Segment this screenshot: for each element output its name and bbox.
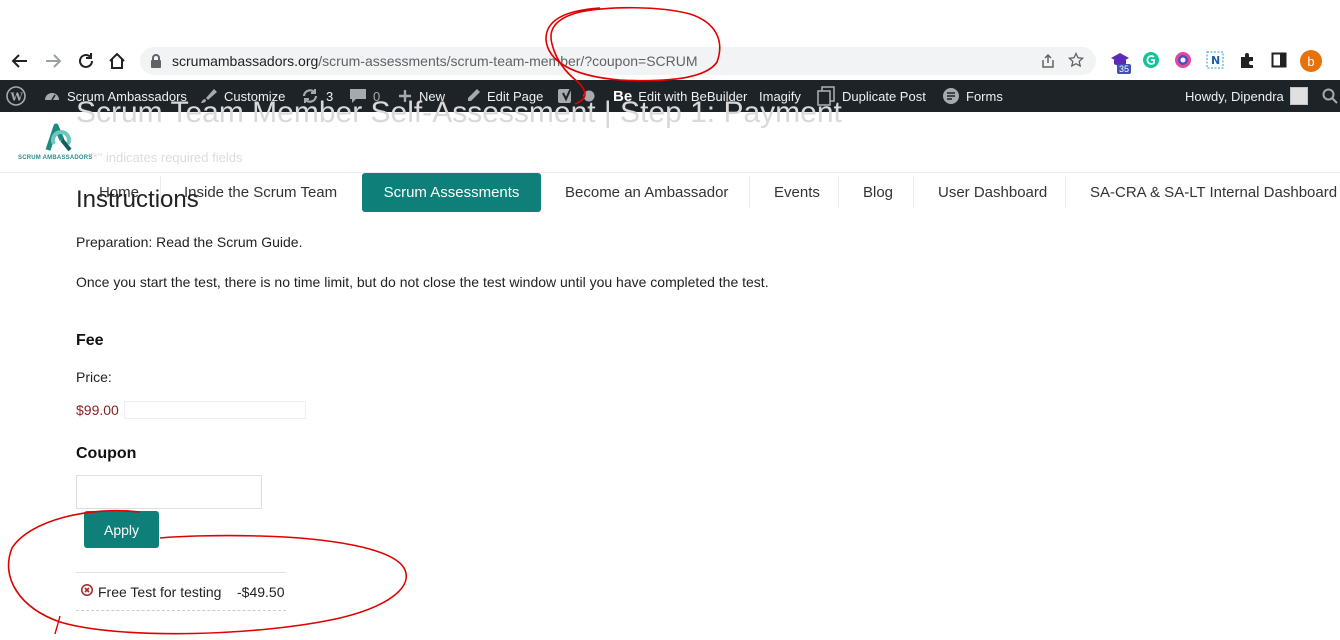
- user-avatar: [1289, 87, 1308, 105]
- extension-badge: 35: [1117, 64, 1132, 74]
- browser-toolbar: scrumambassadors.org/scrum-assessments/s…: [0, 0, 1340, 80]
- extensions-puzzle-icon[interactable]: [1237, 50, 1257, 70]
- svg-text:N: N: [1211, 54, 1220, 67]
- svg-text:W: W: [10, 91, 24, 104]
- menu-become-an-ambassador[interactable]: Become an Ambassador: [565, 173, 728, 211]
- required-fields-note: "*" indicates required fields: [88, 150, 243, 165]
- menu-events[interactable]: Events: [774, 173, 820, 211]
- duplicate-post-label: Duplicate Post: [842, 88, 926, 104]
- menu-user-dashboard[interactable]: User Dashboard: [938, 173, 1047, 211]
- coupon-input[interactable]: [76, 475, 262, 509]
- side-panel-icon[interactable]: [1269, 50, 1289, 70]
- remove-coupon-icon[interactable]: [80, 583, 94, 600]
- forms-link[interactable]: Forms: [942, 80, 1003, 112]
- menu-blog[interactable]: Blog: [863, 173, 893, 211]
- home-icon[interactable]: [105, 49, 129, 73]
- menu-internal-dashboard[interactable]: SA-CRA & SA-LT Internal Dashboard: [1090, 173, 1337, 211]
- admin-search-icon[interactable]: [1322, 80, 1338, 112]
- logo-wordmark: SCRUM AMBASSADORS: [18, 155, 93, 161]
- price-value: $99.00: [76, 402, 119, 418]
- lock-icon[interactable]: [150, 53, 162, 74]
- time-limit-text: Once you start the test, there is no tim…: [76, 274, 769, 290]
- my-account-link[interactable]: Howdy, Dipendra: [1185, 80, 1308, 112]
- url-text: scrumambassadors.org/scrum-assessments/s…: [172, 53, 698, 69]
- fee-heading: Fee: [76, 332, 104, 349]
- extension-n-icon[interactable]: N: [1205, 50, 1225, 70]
- dashboard-gauge-icon: [45, 93, 59, 101]
- color-picker-icon[interactable]: [1173, 50, 1193, 70]
- share-icon[interactable]: [1040, 53, 1056, 74]
- forward-arrow-icon[interactable]: [41, 49, 65, 73]
- wordpress-logo-icon[interactable]: W: [6, 80, 26, 112]
- menu-separator: [913, 176, 914, 208]
- star-icon[interactable]: [1067, 51, 1085, 73]
- forms-icon: [943, 88, 959, 104]
- profile-avatar[interactable]: b: [1300, 50, 1322, 72]
- forms-label: Forms: [966, 88, 1003, 104]
- coupon-discount-amount: -$49.50: [237, 583, 285, 600]
- menu-separator: [838, 176, 839, 208]
- back-arrow-icon[interactable]: [8, 49, 32, 73]
- price-label: Price:: [76, 369, 112, 385]
- menu-separator: [749, 176, 750, 208]
- coupon-heading: Coupon: [76, 445, 137, 462]
- instructions-heading: Instructions: [76, 186, 199, 213]
- menu-separator: [1065, 176, 1066, 208]
- howdy-label: Howdy, Dipendra: [1185, 88, 1284, 104]
- menu-scrum-assessments[interactable]: Scrum Assessments: [362, 173, 541, 212]
- page-title: Scrum Team Member Self-Assessment | Step…: [76, 96, 842, 129]
- address-bar[interactable]: scrumambassadors.org/scrum-assessments/s…: [140, 47, 1096, 75]
- price-field: [124, 401, 306, 419]
- apply-coupon-button[interactable]: Apply: [84, 511, 159, 548]
- grammarly-icon[interactable]: [1141, 50, 1161, 70]
- preparation-text: Preparation: Read the Scrum Guide.: [76, 234, 303, 250]
- menu-inside-the-scrum-team[interactable]: Inside the Scrum Team: [184, 173, 337, 211]
- coupon-name: Free Test for testing: [98, 583, 222, 600]
- reload-icon[interactable]: [74, 49, 98, 73]
- applied-coupon-row: Free Test for testing -$49.50: [76, 572, 286, 611]
